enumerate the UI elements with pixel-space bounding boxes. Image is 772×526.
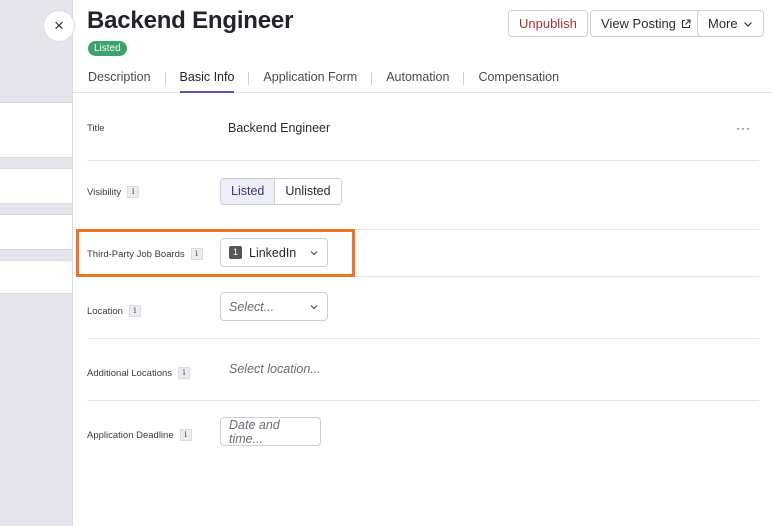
unpublish-button[interactable]: Unpublish <box>508 10 588 37</box>
info-icon[interactable]: i <box>127 186 140 198</box>
view-posting-label: View Posting <box>601 16 676 31</box>
background-card <box>0 102 80 158</box>
unpublish-label: Unpublish <box>519 16 577 31</box>
more-label: More <box>708 16 738 31</box>
title-label-text: Title <box>87 123 105 134</box>
tab-compensation[interactable]: Compensation <box>478 62 559 93</box>
tab-divider <box>371 72 373 85</box>
page-title: Backend Engineer <box>87 7 294 34</box>
deadline-label-text: Application Deadline <box>87 429 174 441</box>
location-label: Location i <box>87 305 141 317</box>
title-row: Title Backend Engineer ··· <box>87 93 759 161</box>
location-placeholder: Select... <box>229 299 275 314</box>
info-icon[interactable]: i <box>179 429 192 441</box>
chevron-down-icon <box>310 305 318 310</box>
visibility-label-text: Visibility <box>87 186 122 198</box>
tab-description[interactable]: Description <box>88 62 151 93</box>
chevron-down-icon <box>743 21 752 27</box>
additional-locations-label-text: Additional Locations <box>87 367 173 379</box>
status-badge: Listed <box>88 41 127 56</box>
deadline-row: Application Deadline i Date and time... <box>87 401 759 463</box>
additional-locations-label: Additional Locations i <box>87 367 191 379</box>
tab-divider <box>164 72 166 85</box>
tab-bar: Description Basic Info Application Form … <box>88 62 559 93</box>
more-options-icon[interactable]: ··· <box>736 121 751 135</box>
visibility-label: Visibility i <box>87 186 140 198</box>
close-icon[interactable]: × <box>43 10 75 42</box>
tab-application-form[interactable]: Application Form <box>263 62 357 93</box>
deadline-label: Application Deadline i <box>87 429 192 441</box>
external-link-icon <box>681 18 691 28</box>
location-label-text: Location <box>87 305 123 317</box>
tab-automation[interactable]: Automation <box>386 62 449 93</box>
visibility-row: Visibility i Listed Unlisted <box>87 161 759 230</box>
tab-divider <box>248 72 250 85</box>
location-select[interactable]: Select... <box>220 292 328 321</box>
title-value[interactable]: Backend Engineer <box>228 121 330 135</box>
location-row: Location i Select... <box>87 277 759 339</box>
drawer-header: Backend Engineer Listed Unpublish View P… <box>73 0 772 93</box>
additional-locations-input[interactable]: Select location... <box>229 362 321 376</box>
background-card <box>0 214 80 250</box>
deadline-placeholder: Date and time... <box>229 417 280 446</box>
visibility-listed-option[interactable]: Listed <box>221 179 276 204</box>
tab-basic-info[interactable]: Basic Info <box>179 62 235 93</box>
background-card <box>0 260 80 294</box>
more-button[interactable]: More <box>697 10 764 37</box>
deadline-input[interactable]: Date and time... <box>220 417 321 446</box>
visibility-toggle: Listed Unlisted <box>220 178 342 205</box>
info-icon[interactable]: i <box>128 305 141 317</box>
title-label: Title <box>87 123 105 134</box>
info-icon[interactable]: i <box>178 367 191 379</box>
background-card <box>0 168 80 204</box>
additional-locations-row: Additional Locations i Select location..… <box>87 339 759 401</box>
view-posting-button[interactable]: View Posting <box>590 10 702 37</box>
tab-divider <box>463 72 465 85</box>
highlight-box <box>76 229 355 277</box>
visibility-unlisted-option[interactable]: Unlisted <box>275 179 341 204</box>
